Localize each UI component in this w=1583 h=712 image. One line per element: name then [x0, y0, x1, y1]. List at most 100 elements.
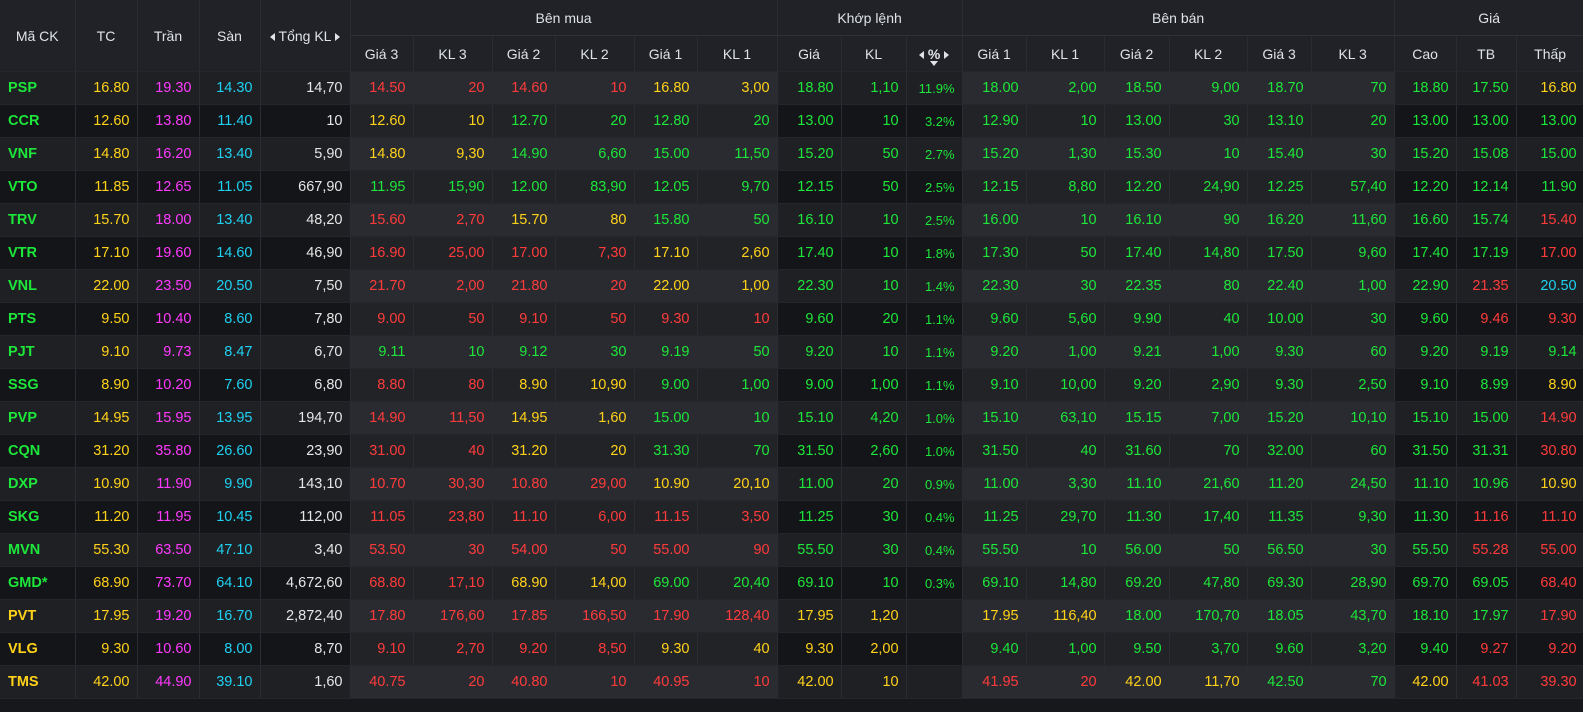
- col-header-sell-vol-2[interactable]: KL 2: [1169, 35, 1248, 72]
- sell-price-1-cell: 31.50: [962, 434, 1027, 468]
- table-row[interactable]: VNL 22.00 23.50 20.50 7,50 21.70 2,00 21.80 20 22…: [0, 269, 1583, 303]
- buy-price-3-cell: 11.95: [350, 170, 414, 204]
- col-header-floor[interactable]: Sàn: [199, 0, 261, 72]
- col-header-buy-vol-2[interactable]: KL 2: [555, 35, 635, 72]
- col-header-buy-price-2[interactable]: Giá 2: [492, 35, 556, 72]
- ceiling-price-cell: 23.50: [137, 269, 200, 303]
- table-row[interactable]: SKG 11.20 11.95 10.45 112,00 11.05 23,80 11.10 6…: [0, 500, 1583, 534]
- symbol-cell[interactable]: PJT: [0, 335, 76, 369]
- col-header-match-price[interactable]: Giá: [777, 35, 842, 72]
- symbol-cell[interactable]: SSG: [0, 368, 76, 402]
- symbol-cell[interactable]: CQN: [0, 434, 76, 468]
- table-row[interactable]: MVN 55.30 63.50 47.10 3,40 53.50 30 54.00 50 55.0…: [0, 533, 1583, 567]
- col-header-sell-price-1[interactable]: Giá 1: [962, 35, 1027, 72]
- table-row[interactable]: TMS 42.00 44.90 39.10 1,60 40.75 20 40.80 10 40.9…: [0, 665, 1583, 699]
- symbol-cell[interactable]: SKG: [0, 500, 76, 534]
- match-price-cell: 12.15: [777, 170, 842, 204]
- sell-vol-1-cell: 29,70: [1026, 500, 1105, 534]
- table-row[interactable]: PSP 16.80 19.30 14.30 14,70 14.50 20 14.60 10 16.…: [0, 71, 1583, 105]
- symbol-cell[interactable]: PVP: [0, 401, 76, 435]
- col-header-ref[interactable]: TC: [75, 0, 138, 72]
- symbol-cell[interactable]: CCR: [0, 104, 76, 138]
- sell-vol-1-cell: 3,30: [1026, 467, 1105, 501]
- ceiling-price-cell: 19.60: [137, 236, 200, 270]
- sell-price-1-cell: 16.00: [962, 203, 1027, 237]
- low-price-cell: 9.30: [1516, 302, 1583, 336]
- buy-vol-3-cell: 11,50: [413, 401, 493, 435]
- table-row[interactable]: GMD* 68.90 73.70 64.10 4,672,60 68.80 17,10 68.…: [0, 566, 1583, 600]
- symbol-cell[interactable]: MVN: [0, 533, 76, 567]
- table-row[interactable]: SSG 8.90 10.20 7.60 6,80 8.80 80 8.90 10,90 9.00 1…: [0, 368, 1583, 402]
- buy-vol-1-cell: 20: [697, 104, 778, 138]
- ceiling-price-cell: 16.20: [137, 137, 200, 171]
- sell-vol-2-cell: 40: [1169, 302, 1248, 336]
- symbol-cell[interactable]: TRV: [0, 203, 76, 237]
- ref-price-cell: 68.90: [75, 566, 138, 600]
- col-header-low[interactable]: Thấp: [1516, 35, 1583, 72]
- table-row[interactable]: DXP 10.90 11.90 9.90 143,10 10.70 30,30 10.80 29…: [0, 467, 1583, 501]
- col-header-match-vol[interactable]: KL: [841, 35, 907, 72]
- symbol-cell[interactable]: DXP: [0, 467, 76, 501]
- table-row[interactable]: VLG 9.30 10.60 8.00 8,70 9.10 2,70 9.20 8,50 9.30…: [0, 632, 1583, 666]
- col-header-symbol[interactable]: Mã CK: [0, 0, 76, 72]
- table-row[interactable]: CQN 31.20 35.80 26.60 23,90 31.00 40 31.20 20 31.…: [0, 434, 1583, 468]
- sort-right-icon[interactable]: [335, 32, 341, 41]
- col-header-ceiling[interactable]: Trần: [137, 0, 200, 72]
- avg-price-cell: 9.46: [1456, 302, 1517, 336]
- col-header-buy-vol-1[interactable]: KL 1: [697, 35, 778, 72]
- buy-price-3-cell: 15.60: [350, 203, 414, 237]
- col-header-buy-price-1[interactable]: Giá 1: [634, 35, 698, 72]
- buy-price-2-cell: 11.10: [492, 500, 556, 534]
- buy-price-3-cell: 21.70: [350, 269, 414, 303]
- high-price-cell: 15.10: [1394, 401, 1457, 435]
- pct-right-icon[interactable]: [944, 50, 950, 59]
- floor-price-cell: 9.90: [199, 467, 261, 501]
- symbol-cell[interactable]: VTR: [0, 236, 76, 270]
- buy-price-2-cell: 15.70: [492, 203, 556, 237]
- ceiling-price-cell: 9.73: [137, 335, 200, 369]
- table-row[interactable]: PVT 17.95 19.20 16.70 2,872,40 17.80 176,60 17.…: [0, 599, 1583, 633]
- buy-vol-1-cell: 1,00: [697, 269, 778, 303]
- symbol-cell[interactable]: PVT: [0, 599, 76, 633]
- sell-vol-3-cell: 70: [1311, 665, 1395, 699]
- sell-vol-2-cell: 1,00: [1169, 335, 1248, 369]
- col-header-sell-price-2[interactable]: Giá 2: [1104, 35, 1170, 72]
- low-price-cell: 39.30: [1516, 665, 1583, 699]
- buy-vol-2-cell: 1,60: [555, 401, 635, 435]
- table-row[interactable]: CCR 12.60 13.80 11.40 10 12.60 10 12.70 20 12.80 2…: [0, 104, 1583, 138]
- pct-left-icon[interactable]: [918, 50, 924, 59]
- col-header-buy-price-3[interactable]: Giá 3: [350, 35, 414, 72]
- symbol-cell[interactable]: GMD*: [0, 566, 76, 600]
- high-price-cell: 42.00: [1394, 665, 1457, 699]
- buy-vol-1-cell: 20,10: [697, 467, 778, 501]
- table-row[interactable]: PJT 9.10 9.73 8.47 6,70 9.11 10 9.12 30 9.19 50 9.2…: [0, 335, 1583, 369]
- table-row[interactable]: VTR 17.10 19.60 14.60 46,90 16.90 25,00 17.00 7,…: [0, 236, 1583, 270]
- col-header-sell-vol-3[interactable]: KL 3: [1311, 35, 1395, 72]
- avg-price-cell: 9.27: [1456, 632, 1517, 666]
- col-header-total-volume[interactable]: Tổng KL: [260, 0, 351, 72]
- symbol-cell[interactable]: VLG: [0, 632, 76, 666]
- table-row[interactable]: PVP 14.95 15.95 13.95 194,70 14.90 11,50 14.95 1…: [0, 401, 1583, 435]
- symbol-cell[interactable]: VNL: [0, 269, 76, 303]
- symbol-cell[interactable]: PTS: [0, 302, 76, 336]
- sell-vol-2-cell: 14,80: [1169, 236, 1248, 270]
- col-header-change-pct[interactable]: %: [906, 35, 963, 72]
- sell-vol-2-cell: 24,90: [1169, 170, 1248, 204]
- table-row[interactable]: VTO 11.85 12.65 11.05 667,90 11.95 15,90 12.00 8…: [0, 170, 1583, 204]
- symbol-cell[interactable]: VTO: [0, 170, 76, 204]
- col-header-sell-price-3[interactable]: Giá 3: [1247, 35, 1312, 72]
- buy-vol-1-cell: 9,70: [697, 170, 778, 204]
- table-row[interactable]: VNF 14.80 16.20 13.40 5,90 14.80 9,30 14.90 6,60…: [0, 137, 1583, 171]
- sell-vol-3-cell: 9,60: [1311, 236, 1395, 270]
- col-header-high[interactable]: Cao: [1394, 35, 1457, 72]
- symbol-cell[interactable]: PSP: [0, 71, 76, 105]
- sort-left-icon[interactable]: [269, 32, 275, 41]
- change-pct-cell: 0.4%: [906, 533, 963, 567]
- symbol-cell[interactable]: VNF: [0, 137, 76, 171]
- col-header-sell-vol-1[interactable]: KL 1: [1026, 35, 1105, 72]
- symbol-cell[interactable]: TMS: [0, 665, 76, 699]
- table-row[interactable]: TRV 15.70 18.00 13.40 48,20 15.60 2,70 15.70 80 1…: [0, 203, 1583, 237]
- col-header-buy-vol-3[interactable]: KL 3: [413, 35, 493, 72]
- col-header-avg[interactable]: TB: [1456, 35, 1517, 72]
- table-row[interactable]: PTS 9.50 10.40 8.60 7,80 9.00 50 9.10 50 9.30 10 9.…: [0, 302, 1583, 336]
